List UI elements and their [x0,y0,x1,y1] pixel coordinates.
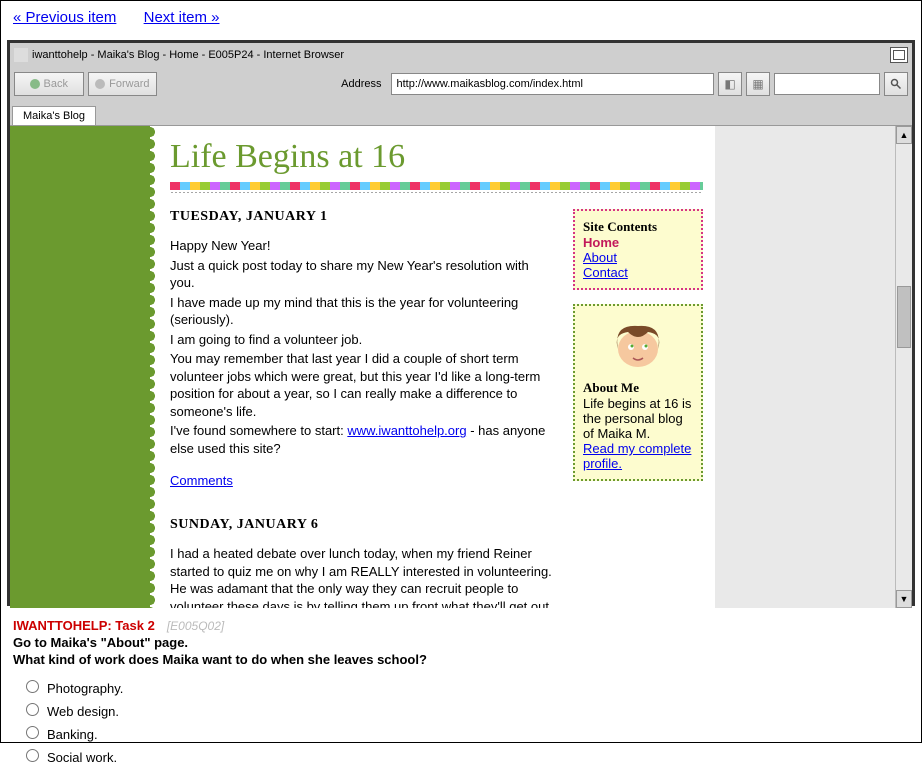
titlebar: iwanttohelp - Maika's Blog - Home - E005… [10,43,912,67]
post1-line: I am going to find a volunteer job. [170,331,553,349]
side-column: Site Contents Home About Contact [573,209,703,608]
magnifier-icon [890,78,902,90]
post2-line: I had a heated debate over lunch today, … [170,545,553,608]
option-a[interactable]: Photography. [21,677,909,696]
nav-home[interactable]: Home [583,235,693,250]
prev-item-link[interactable]: « Previous item [13,9,116,26]
profile-link[interactable]: Read my complete profile. [583,441,691,471]
tabbar: Maika's Blog [10,101,912,125]
post1-line: You may remember that last year I did a … [170,350,553,420]
option-d[interactable]: Social work. [21,746,909,765]
app-icon [14,48,28,62]
post1-line: I've found somewhere to start: www.iwant… [170,422,553,457]
vertical-scrollbar[interactable]: ▲ ▼ [895,126,912,608]
green-sidebar [10,126,150,608]
posts-column: TUESDAY, JANUARY 1 Happy New Year! Just … [170,209,553,608]
address-input[interactable] [391,73,714,95]
post1-line: Happy New Year! [170,237,553,255]
about-me-box: About Me Life begins at 16 is the person… [573,304,703,481]
maximize-icon[interactable] [890,47,908,63]
option-c-radio[interactable] [26,726,39,739]
iwanttohelp-link[interactable]: www.iwanttohelp.org [347,423,466,438]
tab-maikas-blog[interactable]: Maika's Blog [12,106,96,125]
forward-button[interactable]: Forward [88,72,158,96]
post1-date: TUESDAY, JANUARY 1 [170,209,553,225]
search-button[interactable] [884,72,908,96]
option-a-radio[interactable] [26,680,39,693]
viewport: Life Begins at 16 TUESDAY, JANUARY 1 Hap… [10,125,912,608]
blog-title: Life Begins at 16 [170,138,703,176]
task-heading: IWANTTOHELP: Task 2[E005Q02] [13,618,909,633]
task-instruction-1: Go to Maika's "About" page. [13,635,909,650]
post2-date: SUNDAY, JANUARY 6 [170,517,553,533]
next-item-link[interactable]: Next item » [144,9,220,26]
blog-page: Life Begins at 16 TUESDAY, JANUARY 1 Hap… [10,126,715,608]
page-gutter [715,126,895,608]
browser-window: iwanttohelp - Maika's Blog - Home - E005… [7,40,915,606]
post1-line: Just a quick post today to share my New … [170,257,553,292]
option-b[interactable]: Web design. [21,700,909,719]
scroll-thumb[interactable] [897,286,911,348]
site-contents-box: Site Contents Home About Contact [573,209,703,290]
answer-options: Photography. Web design. Banking. Social… [13,677,909,765]
scroll-up-icon[interactable]: ▲ [896,126,912,144]
tool-button-1[interactable]: ◧ [718,72,742,96]
toolbar: Back Forward Address ◧ ▦ [10,67,912,101]
option-b-radio[interactable] [26,703,39,716]
comments-link[interactable]: Comments [170,473,233,488]
task-code: [E005Q02] [167,619,224,633]
post1-line: I have made up my mind that this is the … [170,294,553,329]
window-title: iwanttohelp - Maika's Blog - Home - E005… [32,49,344,61]
item-container: « Previous item Next item » iwanttohelp … [0,0,922,743]
address-label: Address [341,78,381,90]
back-button[interactable]: Back [14,72,84,96]
task-instruction-2: What kind of work does Maika want to do … [13,652,909,667]
rainbow-divider [170,182,703,190]
item-nav: « Previous item Next item » [1,1,921,34]
option-c[interactable]: Banking. [21,723,909,742]
option-d-radio[interactable] [26,749,39,762]
dotted-divider [170,191,703,193]
search-input[interactable] [774,73,880,95]
scroll-down-icon[interactable]: ▼ [896,590,912,608]
site-contents-title: Site Contents [583,219,657,234]
nav-about[interactable]: About [583,250,693,265]
tool-button-2[interactable]: ▦ [746,72,770,96]
avatar-icon [603,314,673,374]
question-area: IWANTTOHELP: Task 2[E005Q02] Go to Maika… [1,612,921,765]
nav-contact[interactable]: Contact [583,265,693,280]
about-text: Life begins at 16 is the personal blog o… [583,396,693,441]
about-title: About Me [583,380,639,395]
